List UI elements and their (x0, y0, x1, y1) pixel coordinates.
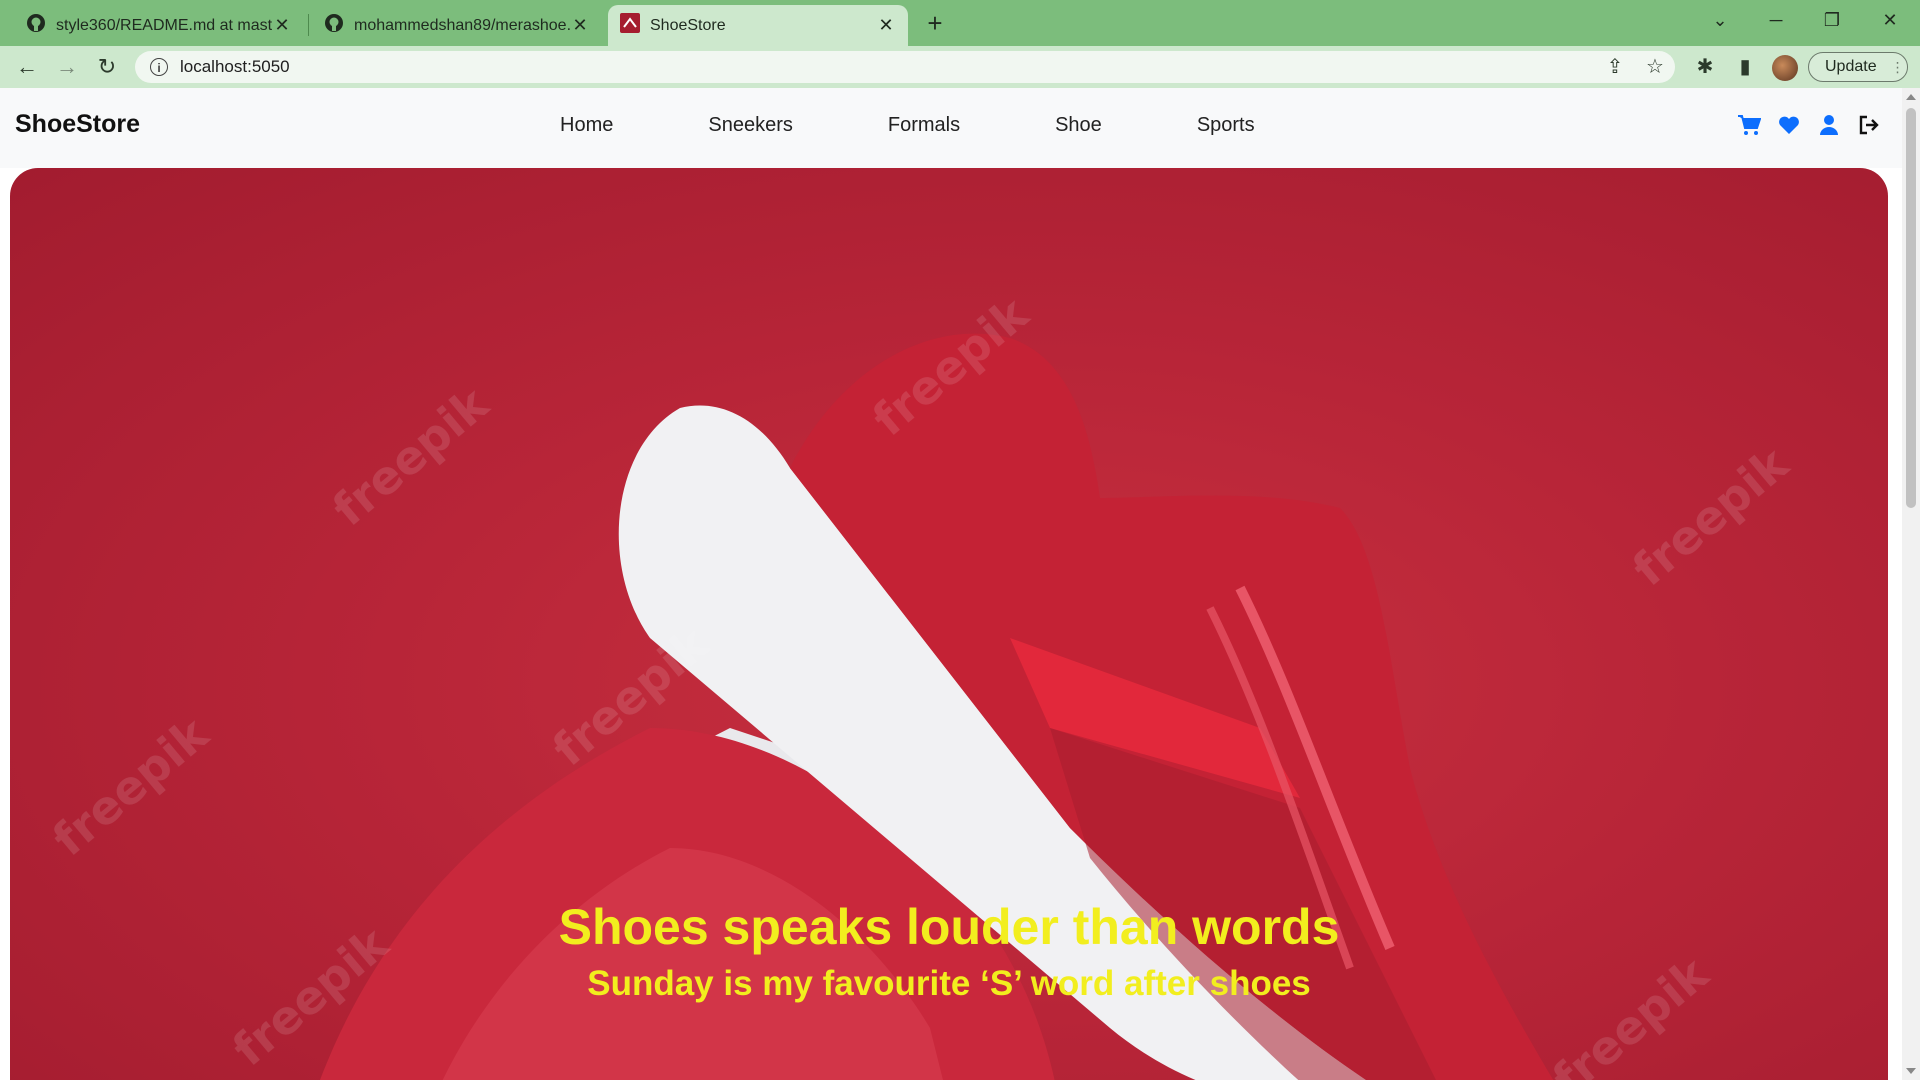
tab-search-icon[interactable]: ⌄ (1700, 4, 1740, 36)
browser-tab-active[interactable]: ShoeStore ✕ (608, 5, 908, 46)
logout-icon[interactable] (1856, 112, 1882, 138)
site-brand[interactable]: ShoeStore (15, 110, 140, 139)
nav-link-formals[interactable]: Formals (888, 114, 960, 137)
nav-link-sneekers[interactable]: Sneekers (708, 114, 793, 137)
shoestore-favicon-icon (620, 13, 640, 38)
bookmark-star-icon[interactable]: ☆ (1642, 54, 1668, 80)
minimize-icon[interactable]: ─ (1756, 4, 1796, 36)
svg-text:freepik: freepik (42, 706, 219, 867)
update-label: Update (1825, 58, 1877, 75)
extensions-icon[interactable]: ✱ (1692, 54, 1718, 80)
tab-title: style360/README.md at master (56, 16, 272, 34)
close-tab-icon[interactable]: ✕ (570, 15, 590, 36)
site-navbar: ShoeStore Home Sneekers Formals Shoe Spo… (0, 88, 1902, 168)
restore-icon[interactable]: ❐ (1812, 4, 1852, 36)
site-menu: Home Sneekers Formals Shoe Sports (560, 114, 1350, 137)
hero-title: Shoes speaks louder than words (558, 899, 1340, 955)
user-icon[interactable] (1816, 112, 1842, 138)
nav-link-sports[interactable]: Sports (1197, 114, 1255, 137)
hero-banner: freepik freepik freepik freepik freepik … (10, 168, 1888, 1080)
new-tab-icon[interactable]: + (920, 8, 950, 38)
update-button[interactable]: Update ⋮ (1808, 52, 1908, 82)
side-panel-icon[interactable]: ▮ (1732, 54, 1758, 80)
close-window-icon[interactable]: ✕ (1870, 4, 1910, 36)
heart-icon[interactable] (1776, 112, 1802, 138)
profile-avatar[interactable] (1772, 55, 1798, 81)
address-bar[interactable]: i localhost:5050 (135, 51, 1675, 83)
navbar-icons (1736, 112, 1882, 138)
tab-title: mohammedshan89/merashoe.tk (354, 16, 570, 34)
svg-text:freepik: freepik (322, 376, 499, 537)
browser-toolbar: ← → ↻ i localhost:5050 ⇪ ☆ ✱ ▮ Update ⋮ (0, 46, 1920, 88)
scroll-up-icon[interactable] (1906, 94, 1916, 100)
nav-link-shoe[interactable]: Shoe (1055, 114, 1102, 137)
cart-icon[interactable] (1736, 112, 1762, 138)
tab-title: ShoeStore (650, 16, 726, 34)
tab-divider (308, 14, 309, 36)
close-tab-icon[interactable]: ✕ (876, 15, 896, 36)
close-tab-icon[interactable]: ✕ (272, 15, 292, 36)
svg-text:freepik: freepik (1622, 436, 1799, 597)
reload-icon[interactable]: ↻ (93, 53, 121, 81)
site-info-icon[interactable]: i (150, 58, 168, 76)
github-icon (26, 13, 46, 38)
url-text: localhost:5050 (180, 57, 290, 76)
browser-tab-bar: style360/README.md at master ✕ mohammeds… (0, 0, 1920, 46)
page-viewport: ShoeStore Home Sneekers Formals Shoe Spo… (0, 88, 1902, 1080)
forward-icon[interactable]: → (53, 53, 81, 81)
more-menu-icon[interactable]: ⋮ (1891, 59, 1905, 76)
scrollbar-thumb[interactable] (1906, 108, 1916, 508)
share-icon[interactable]: ⇪ (1602, 54, 1628, 80)
github-icon (324, 13, 344, 38)
scroll-down-icon[interactable] (1906, 1068, 1916, 1074)
back-icon[interactable]: ← (13, 53, 41, 81)
browser-tab[interactable]: style360/README.md at master ✕ (14, 5, 304, 46)
nav-link-home[interactable]: Home (560, 114, 613, 137)
page-scrollbar[interactable] (1902, 88, 1920, 1080)
hero-subtitle: Sunday is my favourite ‘S’ word after sh… (587, 964, 1311, 1003)
browser-tab[interactable]: mohammedshan89/merashoe.tk ✕ (312, 5, 602, 46)
